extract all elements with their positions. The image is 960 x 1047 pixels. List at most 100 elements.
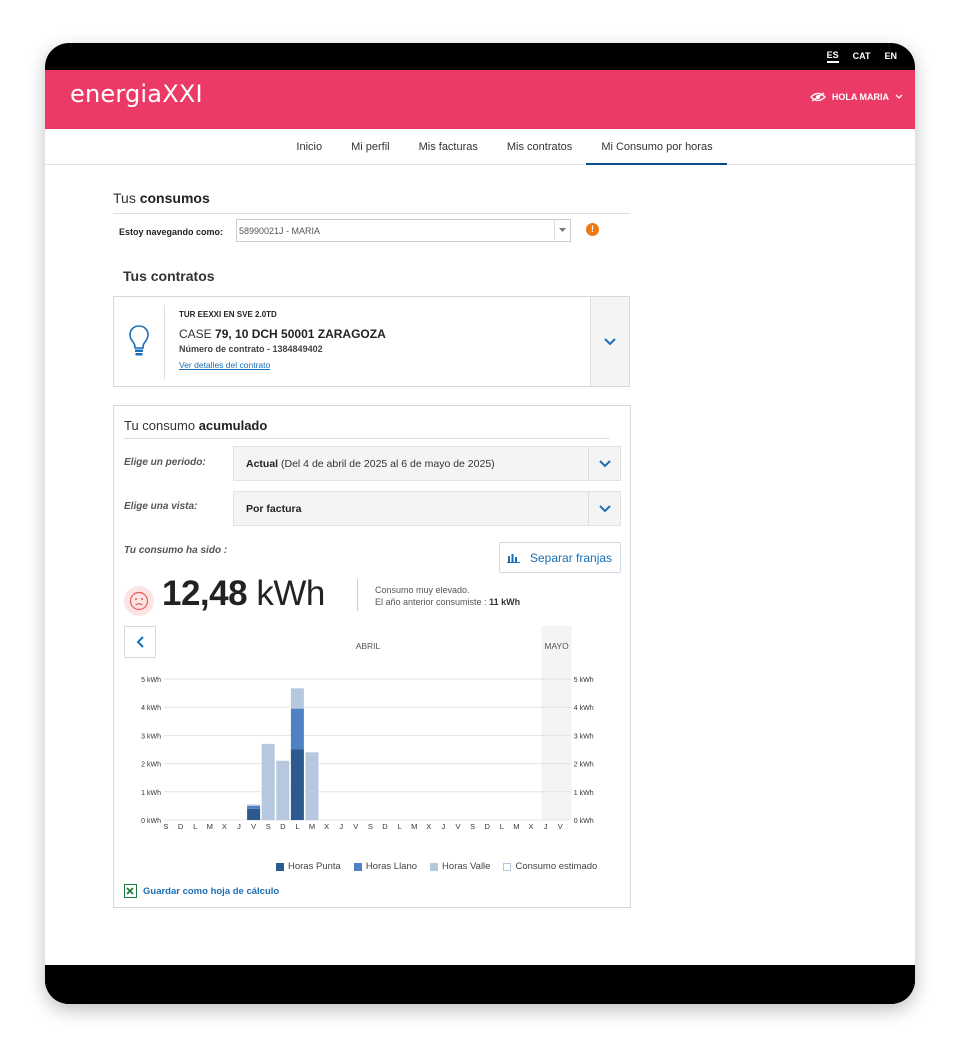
period-select[interactable]: Actual (Del 4 de abril de 2025 al 6 de m… (233, 446, 621, 481)
brand-logo[interactable]: energiaXXI (70, 80, 203, 108)
contract-number-value: 1384849402 (272, 344, 323, 354)
separar-franjas-label: Separar franjas (530, 550, 613, 565)
consumos-title-bold: consumos (139, 190, 210, 206)
acumulado-title: Tu consumo acumulado (124, 418, 267, 433)
y-tick-left: 1 kWh (141, 790, 161, 797)
y-tick-right: 0 kWh (574, 818, 594, 825)
nav-item-mi-consumo-por-horas[interactable]: Mi Consumo por horas (586, 129, 727, 165)
bar-llano (247, 805, 261, 809)
save-spreadsheet-link[interactable]: Guardar como hoja de cálculo (124, 884, 279, 898)
bar-valle (247, 804, 261, 806)
y-tick-right: 4 kWh (574, 705, 594, 712)
y-tick-left: 2 kWh (141, 762, 161, 769)
x-tick-label: M (207, 822, 213, 831)
view-select[interactable]: Por factura (233, 491, 621, 526)
legend-item: Horas Punta (276, 861, 341, 872)
contract-card: TUR EEXXI EN SVE 2.0TD CASE 79, 10 DCH 5… (113, 296, 630, 387)
language-en[interactable]: EN (884, 51, 897, 62)
legend-label: Horas Valle (442, 861, 491, 872)
y-tick-left: 4 kWh (141, 705, 161, 712)
language-cat[interactable]: CAT (853, 51, 871, 62)
x-tick-label: D (484, 822, 490, 831)
x-tick-label: M (309, 822, 315, 831)
eye-icon (809, 92, 826, 102)
x-tick-label: X (528, 822, 533, 831)
y-tick-left: 5 kWh (141, 677, 161, 684)
separar-franjas-button[interactable]: Separar franjas (499, 542, 621, 573)
bar-valle (305, 752, 319, 820)
bar-valle (261, 743, 275, 820)
month-label-abril: ABRIL (356, 641, 381, 651)
legend-swatch (503, 862, 512, 871)
period-label: Elige un periodo: (124, 457, 206, 468)
bar-valle (290, 688, 304, 709)
nav-item-inicio[interactable]: Inicio (281, 129, 336, 165)
legend-swatch (430, 862, 439, 871)
legend-label: Consumo estimado (515, 861, 598, 872)
x-tick-label: S (470, 822, 475, 831)
bottom-bar (45, 965, 915, 1004)
x-tick-label: S (163, 822, 168, 831)
chevron-down-icon (895, 94, 903, 99)
x-tick-label: J (544, 822, 548, 831)
x-tick-label: V (558, 822, 563, 831)
contratos-title: Tus contratos (123, 268, 215, 284)
y-tick-right: 5 kWh (574, 677, 594, 684)
consumption-note-line2: El año anterior consumiste : 11 kWh (375, 596, 520, 608)
view-select-value: Por factura (246, 503, 302, 515)
account-select[interactable]: 58990021J - MARIA (236, 219, 571, 242)
navigating-label: Estoy navegando como: (119, 227, 224, 237)
total-consumption-unit: kWh (256, 574, 325, 613)
x-tick-label: J (442, 822, 446, 831)
y-tick-left: 0 kWh (141, 818, 161, 825)
mayo-band (541, 626, 572, 820)
legend-label: Horas Llano (365, 861, 418, 872)
x-tick-label: S (368, 822, 373, 831)
total-consumption-value: 12,48 (162, 574, 248, 613)
account-select-value: 58990021J - MARIA (239, 226, 321, 236)
nav-item-mis-contratos[interactable]: Mis contratos (492, 129, 586, 165)
total-consumption: 12,48 kWh (162, 574, 325, 614)
x-tick-label: M (411, 822, 417, 831)
legend-item: Horas Valle (430, 861, 490, 872)
consumos-title: Tus consumos (113, 190, 210, 206)
user-menu[interactable]: HOLA MARIA (809, 92, 903, 102)
previous-year-value: 11 kWh (489, 597, 521, 607)
chevron-down-icon (604, 337, 616, 345)
contract-details-link[interactable]: Ver detalles del contrato (179, 360, 270, 370)
expand-contract-button[interactable] (590, 297, 629, 386)
acumulado-title-prefix: Tu consumo (124, 418, 196, 433)
legend-item: Consumo estimado (503, 861, 597, 872)
period-select-range: (Del 4 de abril de 2025 al 6 de mayo de … (281, 458, 495, 470)
divider (113, 213, 630, 214)
consumption-note-line1: Consumo muy elevado. (375, 585, 470, 595)
x-tick-label: X (426, 822, 431, 831)
x-tick-label: V (455, 822, 460, 831)
bar-valle (276, 760, 290, 820)
language-es[interactable]: ES (826, 50, 839, 63)
contract-tariff: TUR EEXXI EN SVE 2.0TD (179, 310, 277, 319)
address-prefix: CASE (179, 327, 212, 341)
nav-item-mis-facturas[interactable]: Mis facturas (404, 129, 492, 165)
nav-item-mi-perfil[interactable]: Mi perfil (336, 129, 404, 165)
legend-swatch (353, 862, 362, 871)
y-tick-right: 3 kWh (574, 733, 594, 740)
x-tick-label: X (324, 822, 329, 831)
x-tick-label: D (382, 822, 388, 831)
divider (124, 438, 610, 439)
y-tick-right: 1 kWh (574, 790, 594, 797)
contract-address: CASE 79, 10 DCH 50001 ZARAGOZA (179, 327, 386, 341)
bar-llano (290, 708, 304, 750)
info-icon[interactable]: ! (586, 223, 599, 236)
device-frame: ES CAT EN energiaXXI HOLA MARIA Inicio Mi p… (45, 43, 915, 1004)
bars-split-icon (507, 554, 520, 563)
card-separator (164, 305, 165, 379)
bar-punta (290, 749, 304, 820)
x-tick-label: L (295, 822, 299, 831)
consumption-chart: ABRIL MAYO 0 kWh 0 kWh 1 kWh 1 kWh 2 kWh 2 kWh 3… (141, 626, 594, 831)
view-label: Elige una vista: (124, 501, 198, 512)
x-tick-label: V (251, 822, 256, 831)
user-greeting: HOLA MARIA (831, 92, 889, 102)
x-tick-label: V (353, 822, 358, 831)
x-tick-label: X (222, 822, 227, 831)
